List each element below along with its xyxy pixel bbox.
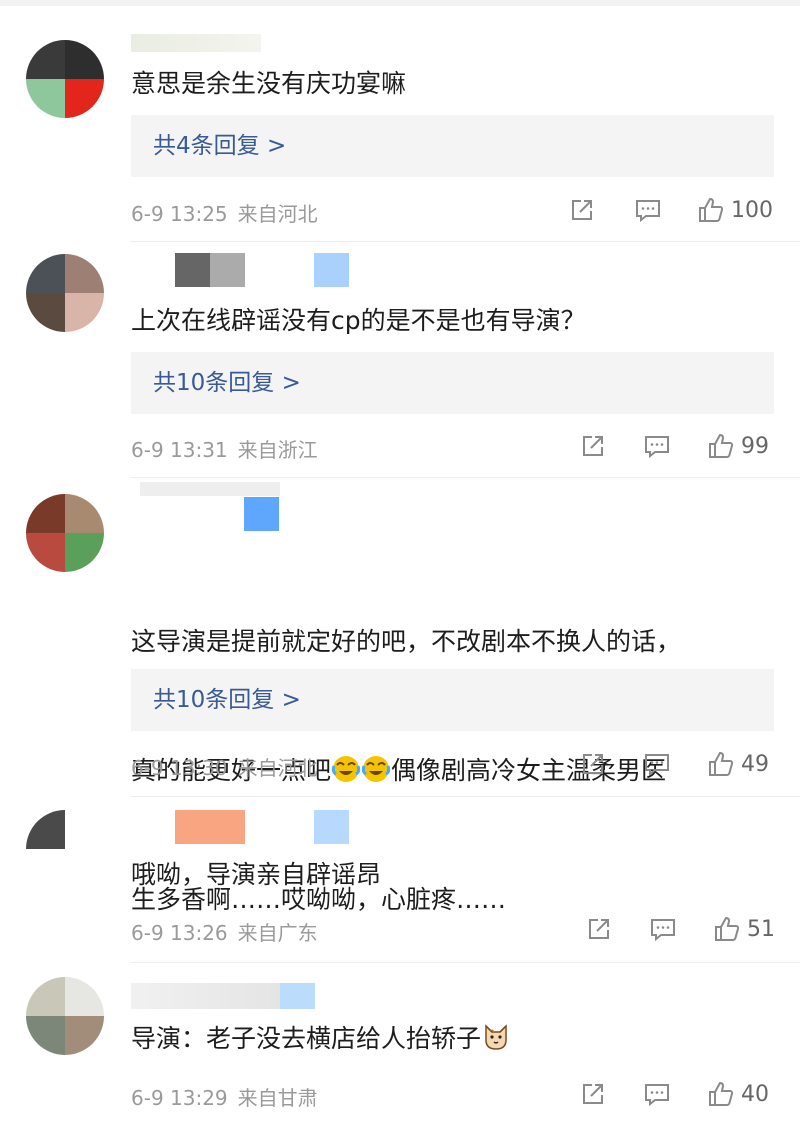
like-count: 49 <box>741 751 769 777</box>
top-divider <box>0 0 800 6</box>
comment-location: 来自广东 <box>237 921 318 945</box>
comment-icon[interactable] <box>643 1080 671 1108</box>
comment-divider <box>131 477 800 478</box>
like-count: 51 <box>747 916 775 942</box>
comment-date: 6-9 13:30 <box>131 756 228 780</box>
share-icon[interactable] <box>568 196 596 224</box>
vip-badge-blurred <box>244 497 279 531</box>
like-icon[interactable] <box>707 750 735 778</box>
avatar[interactable] <box>26 810 104 888</box>
comment-meta: 6-9 13:25 来自河北 <box>131 198 328 227</box>
comment-text: 导演：老子没去横店给人抬轿子 <box>131 1017 771 1060</box>
comment-divider <box>131 796 800 797</box>
comment-icon[interactable] <box>643 750 671 778</box>
comment-actions: 49 <box>579 749 769 779</box>
comment-actions: 99 <box>579 431 769 461</box>
username-blurred[interactable] <box>175 253 210 287</box>
view-replies-button[interactable]: 共10条回复 > <box>131 669 774 731</box>
username-blurred[interactable] <box>175 810 245 844</box>
like-icon[interactable] <box>707 432 735 460</box>
crying-laugh-emoji <box>331 754 361 784</box>
comment-icon[interactable] <box>649 915 677 943</box>
avatar[interactable] <box>26 494 104 572</box>
comment-location: 来自河北 <box>237 202 318 226</box>
comment-actions: 51 <box>585 914 775 944</box>
like-icon[interactable] <box>697 196 725 224</box>
username-blurred[interactable] <box>210 253 245 287</box>
crying-laugh-emoji <box>361 754 391 784</box>
comment-actions: 40 <box>579 1079 769 1109</box>
vip-badge-blurred <box>314 253 349 287</box>
share-icon[interactable] <box>585 915 613 943</box>
comment-date: 6-9 13:26 <box>131 921 228 945</box>
avatar[interactable] <box>26 977 104 1055</box>
like-count: 100 <box>731 197 773 223</box>
avatar[interactable] <box>26 254 104 332</box>
comment-location: 来自甘肃 <box>237 1086 318 1110</box>
comment-text: 上次在线辟谣没有cp的是不是也有导演？ <box>131 306 586 335</box>
like-count: 99 <box>741 433 769 459</box>
comment-date: 6-9 13:29 <box>131 1086 228 1110</box>
comment-meta: 6-9 13:29 来自甘肃 <box>131 1082 328 1111</box>
comment-text-line: 这导演是提前就定好的吧，不改剧本不换人的话， <box>131 627 682 656</box>
comment-divider <box>131 241 800 242</box>
username-blurred[interactable] <box>131 983 286 1009</box>
username-blurred[interactable] <box>140 482 280 496</box>
comment-date: 6-9 13:25 <box>131 202 228 226</box>
vip-badge-blurred <box>314 810 349 844</box>
view-replies-button[interactable]: 共10条回复 > <box>131 352 774 414</box>
share-icon[interactable] <box>579 1080 607 1108</box>
avatar[interactable] <box>26 40 104 118</box>
comment-date: 6-9 13:31 <box>131 438 228 462</box>
vip-badge-blurred <box>280 983 315 1009</box>
comment-location: 来自河北 <box>237 756 318 780</box>
comment-meta: 6-9 13:26 来自广东 <box>131 917 328 946</box>
comment-text: 意思是余生没有庆功宴嘛 <box>131 69 407 98</box>
comment-icon[interactable] <box>634 196 662 224</box>
comment-icon[interactable] <box>643 432 671 460</box>
comment-text: 哦呦，导演亲自辟谣昂 <box>131 860 382 889</box>
comment-actions: 100 <box>568 195 773 225</box>
comment-meta: 6-9 13:30 来自河北 <box>131 752 328 781</box>
view-replies-button[interactable]: 共4条回复 > <box>131 115 774 177</box>
share-icon[interactable] <box>579 750 607 778</box>
cat-emoji <box>481 1022 511 1052</box>
like-icon[interactable] <box>713 915 741 943</box>
like-count: 40 <box>741 1081 769 1107</box>
comment-meta: 6-9 13:31 来自浙江 <box>131 434 328 463</box>
share-icon[interactable] <box>579 432 607 460</box>
comment-divider <box>131 962 800 963</box>
comment-location: 来自浙江 <box>237 438 318 462</box>
username-blurred[interactable] <box>131 34 261 52</box>
like-icon[interactable] <box>707 1080 735 1108</box>
comment-text-segment: 导演：老子没去横店给人抬轿子 <box>131 1024 482 1053</box>
